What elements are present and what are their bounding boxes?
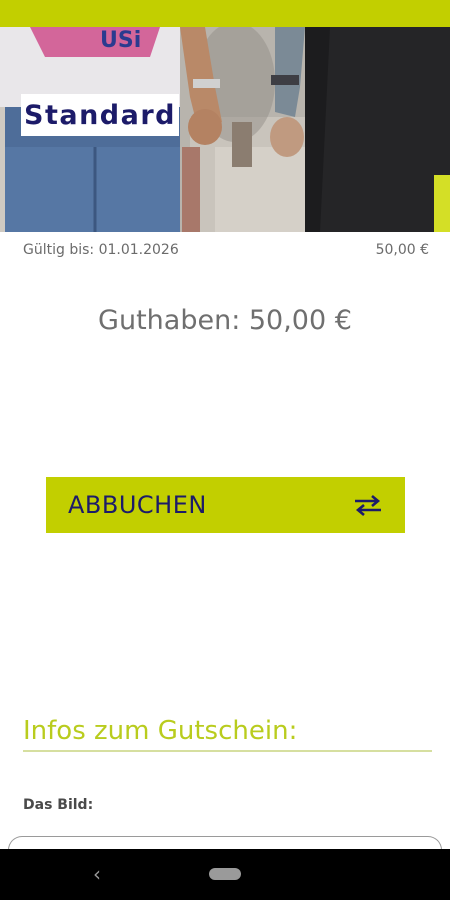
status-bar [0, 0, 450, 27]
voucher-screen: USi Standard Gültig bis: 01.01.2026 50,0… [0, 0, 450, 900]
back-chevron-icon[interactable]: ‹ [89, 863, 105, 885]
system-navigation-bar: ‹ [0, 849, 450, 900]
swap-horizontal-icon [353, 493, 383, 517]
voucher-value-text: 50,00 € [375, 242, 429, 258]
balance-text: Guthaben: 50,00 € [98, 305, 352, 336]
home-pill-icon[interactable] [209, 868, 241, 880]
voucher-hero-image: USi Standard [0, 27, 450, 232]
info-divider [23, 750, 432, 752]
validity-row: Gültig bis: 01.01.2026 50,00 € [23, 240, 429, 260]
image-label: Das Bild: [23, 797, 94, 813]
info-section-title: Infos zum Gutschein: [23, 716, 298, 746]
svg-text:USi: USi [100, 28, 141, 53]
book-button-label: ABBUCHEN [68, 491, 207, 519]
voucher-type-badge: Standard [21, 94, 179, 136]
valid-until-text: Gültig bis: 01.01.2026 [23, 242, 179, 258]
book-button[interactable]: ABBUCHEN [46, 477, 405, 533]
